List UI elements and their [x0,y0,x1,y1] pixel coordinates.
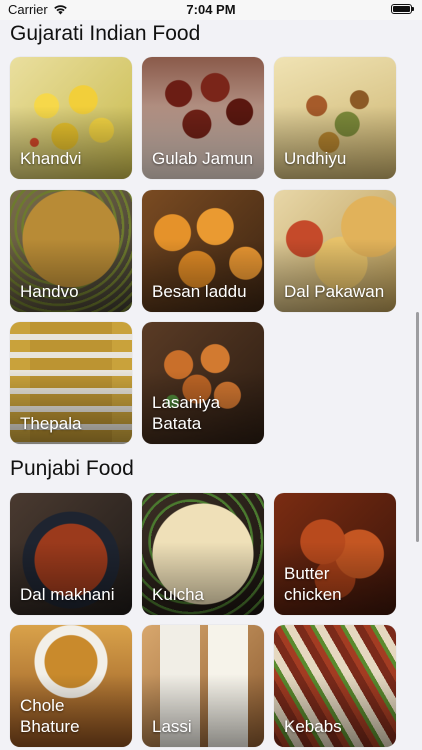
food-tile-dal-pakawan[interactable]: Dal Pakawan [274,190,396,312]
food-tile-label: Gulab Jamun [152,149,254,168]
food-tile-kebabs[interactable]: Kebabs [274,625,396,747]
food-tile-label: Lassi [152,717,192,736]
food-tile-dal-makhani[interactable]: Dal makhani [10,493,132,615]
food-tile-khandvi[interactable]: Khandvi [10,57,132,179]
food-tile-label: Kebabs [284,717,342,736]
food-tile-kulcha[interactable]: Kulcha [142,493,264,615]
food-tile-label: Chole Bhature [20,696,80,736]
food-tile-undhiyu[interactable]: Undhiyu [274,57,396,179]
food-tile-label: Undhiyu [284,149,347,168]
food-tile-chole-bhature[interactable]: Chole Bhature [10,625,132,747]
food-tile-label: Kulcha [152,585,204,604]
food-tile-lasaniya-batata[interactable]: Lasaniya Batata [142,322,264,444]
food-tile-lassi[interactable]: Lassi [142,625,264,747]
food-tile-label: Besan laddu [152,282,247,301]
food-tile-label: Khandvi [20,149,82,168]
section-title-punjabi: Punjabi Food [10,457,134,480]
food-tile-label: Dal Pakawan [284,282,385,301]
food-tile-label: Dal makhani [20,585,115,604]
food-tile-handvo[interactable]: Handvo [10,190,132,312]
food-tile-label: Butter chicken [284,564,342,604]
food-tile-gulab-jamun[interactable]: Gulab Jamun [142,57,264,179]
food-collection-scroll-view[interactable]: Gujarati Indian Food Khandvi Gulab Jamun… [0,20,422,750]
section-title-gujarati: Gujarati Indian Food [10,22,201,45]
food-tile-besan-laddu[interactable]: Besan laddu [142,190,264,312]
food-tile-label: Lasaniya Batata [152,393,221,433]
status-bar: Carrier 7:04 PM [0,0,422,20]
food-tile-thepala[interactable]: Thepala [10,322,132,444]
status-time: 7:04 PM [186,2,236,17]
vertical-scrollbar[interactable] [416,312,419,542]
food-tile-label: Handvo [20,282,79,301]
battery-full-icon [391,4,414,14]
food-tile-butter-chicken[interactable]: Butter chicken [274,493,396,615]
food-tile-label: Thepala [20,414,82,433]
